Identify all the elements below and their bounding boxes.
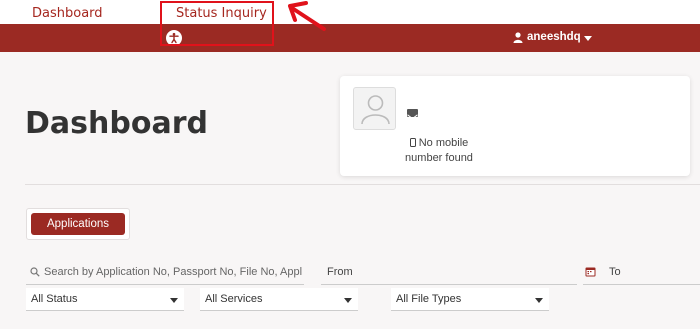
top-navigation: Dashboard Status Inquiry bbox=[0, 0, 700, 24]
user-menu[interactable]: aneeshdq bbox=[513, 31, 581, 43]
to-label: To bbox=[609, 266, 621, 278]
header-bar: aneeshdq bbox=[0, 24, 700, 52]
search-placeholder: Search by Application No, Passport No, F… bbox=[44, 266, 302, 278]
search-icon bbox=[30, 267, 40, 277]
user-icon bbox=[513, 31, 523, 43]
highlight-box bbox=[160, 1, 274, 46]
chevron-down-icon bbox=[344, 298, 352, 303]
calendar-icon[interactable] bbox=[585, 266, 596, 277]
avatar bbox=[353, 87, 396, 130]
from-label: From bbox=[327, 266, 353, 278]
username-label: aneeshdq bbox=[527, 31, 581, 43]
tab-applications[interactable]: Applications bbox=[31, 213, 125, 235]
services-select-value: All Services bbox=[205, 293, 263, 305]
mobile-text-line1: No mobile bbox=[418, 137, 469, 149]
status-select-value: All Status bbox=[31, 293, 78, 305]
envelope-icon bbox=[407, 109, 418, 120]
search-input[interactable]: Search by Application No, Passport No, F… bbox=[26, 260, 304, 285]
to-date-field[interactable]: To bbox=[583, 260, 700, 285]
mobile-text-line2: number found bbox=[405, 152, 473, 164]
profile-card: No mobile number found bbox=[340, 76, 690, 176]
arrow-annotation-icon bbox=[288, 1, 326, 31]
chevron-down-icon[interactable] bbox=[584, 36, 592, 41]
chevron-down-icon bbox=[170, 298, 178, 303]
tab-bar: Applications bbox=[26, 208, 130, 240]
mobile-status: No mobile number found bbox=[404, 136, 474, 166]
chevron-down-icon bbox=[535, 298, 543, 303]
services-select[interactable]: All Services bbox=[200, 288, 358, 311]
page-title: Dashboard bbox=[25, 106, 208, 141]
status-select[interactable]: All Status bbox=[26, 288, 184, 311]
file-types-select[interactable]: All File Types bbox=[391, 288, 549, 311]
file-types-select-value: All File Types bbox=[396, 293, 462, 305]
divider bbox=[25, 184, 700, 185]
from-date-field[interactable]: From bbox=[321, 260, 577, 285]
nav-link-dashboard[interactable]: Dashboard bbox=[32, 6, 103, 21]
phone-icon bbox=[409, 138, 416, 147]
